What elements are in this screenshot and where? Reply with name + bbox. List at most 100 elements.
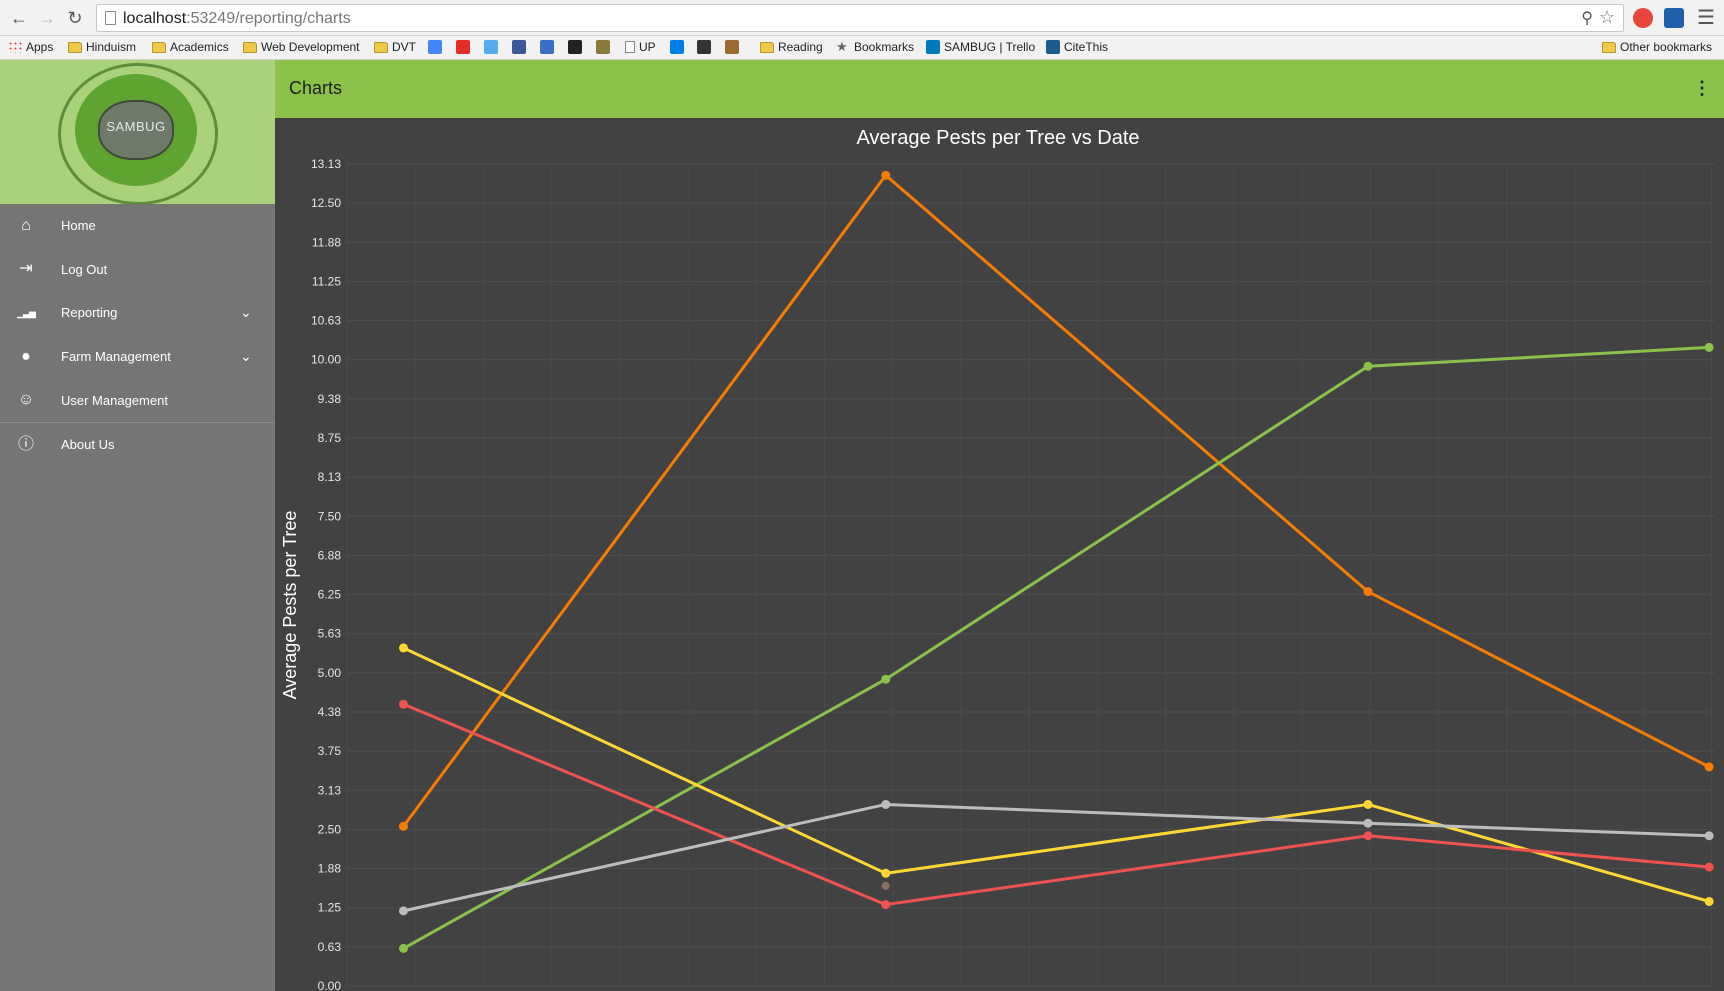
chevron-down-icon[interactable]: ⌄ [240,304,252,321]
sidebar-item-log-out[interactable]: ⇥ Log Out [0,248,275,292]
bookmark-bookmarks[interactable]: ★ Bookmarks [836,40,914,54]
bookmark-dropbox[interactable] [670,40,684,54]
address-bar[interactable]: localhost:53249/reporting/charts ⚲ ☆ [96,4,1624,32]
logo-area: SAMBUG [0,60,275,204]
y-tick-label: 3.13 [318,783,342,797]
sidebar-item-label: Reporting [61,305,118,321]
y-tick-label: 1.88 [318,862,342,876]
youtube-icon [456,40,470,54]
logout-icon: ⇥ [19,260,33,278]
bookmark-label: Web Development [261,40,360,54]
data-point [1704,762,1714,772]
data-point [1704,342,1714,352]
star-icon[interactable]: ☆ [1599,7,1615,28]
sidebar-item-label: User Management [61,392,168,408]
adblock-extension-icon[interactable] [1633,8,1653,28]
y-tick-label: 2.50 [318,822,342,836]
stack-icon [568,40,582,54]
google-icon [428,40,442,54]
bookmark-academics[interactable]: Academics [152,40,229,54]
bookmark-crest[interactable] [725,40,739,54]
sidebar-item-label: Farm Management [61,349,171,365]
y-tick-label: 0.63 [318,940,342,954]
sidebar: SAMBUG ⌂ Home ⇥ Log Out ▁▃▅ Reporting ⌄ ● Farm M… [0,60,275,991]
star-icon: ★ [836,39,848,54]
bookmark-label: UP [639,40,656,54]
bookmark-web-development[interactable]: Web Development [243,40,360,54]
apps-grid-icon [8,41,22,53]
y-tick-label: 9.38 [318,392,342,406]
bookmark-dvt[interactable]: DVT [374,40,416,54]
y-tick-label: 5.00 [318,666,342,680]
sidebar-item-label: Home [61,218,96,234]
data-point [398,906,408,916]
bookmark-shield[interactable] [596,40,610,54]
sidebar-item-farm-management[interactable]: ● Farm Management ⌄ [0,335,275,379]
folder-icon [152,41,166,53]
crest-icon [725,40,739,54]
data-point [881,799,891,809]
bookmark-facebook[interactable] [512,40,526,54]
bookmark-up[interactable]: UP [625,40,656,54]
bookmark-youtube[interactable] [456,40,470,54]
bookmark-hinduism[interactable]: Hinduism [68,40,136,54]
trello-icon [926,40,940,54]
data-point [881,868,891,878]
logo-text: SAMBUG [106,119,166,134]
bookmark-google[interactable] [428,40,442,54]
folder-icon [374,41,388,53]
y-tick-label: 11.88 [312,235,341,249]
y-tick-label: 5.63 [318,627,342,641]
data-point [881,881,890,890]
sidebar-item-about-us[interactable]: ⓘ About Us [0,423,275,467]
y-tick-label: 1.25 [318,901,342,915]
sidebar-item-label: Log Out [61,261,108,277]
url-text[interactable]: localhost:53249/reporting/charts [123,10,351,28]
data-point [1363,831,1373,841]
forward-arrow-icon[interactable]: → [36,7,58,29]
data-point [398,821,408,831]
bookmark-bus[interactable] [697,40,711,54]
bookmark-twitter[interactable] [484,40,498,54]
y-tick-label: 3.75 [318,744,342,758]
facebook-icon [512,40,526,54]
citethis-icon [1046,40,1060,54]
bookmark-citethis[interactable]: CiteThis [1046,40,1108,54]
data-point [1704,862,1714,872]
bookmark-stack[interactable] [568,40,582,54]
shield-icon [596,40,610,54]
search-icon[interactable]: ⚲ [1581,8,1593,28]
map-pin-icon: ● [21,347,31,365]
sidebar-item-reporting[interactable]: ▁▃▅ Reporting ⌄ [0,291,275,335]
bookmark-apps[interactable]: Apps [8,40,53,54]
bookmark-other-bookmarks[interactable]: Other bookmarks [1602,40,1712,54]
data-point [398,943,408,953]
bookmark-label: Other bookmarks [1620,40,1713,54]
data-point [881,900,891,910]
url-host: localhost [123,10,187,27]
bookmark-reading[interactable]: Reading [760,40,823,54]
bookmark-calendar[interactable] [540,40,554,54]
browser-toolbar: ← → ↻ localhost:53249/reporting/charts ⚲… [0,0,1724,36]
page-icon [105,11,116,25]
analytics-extension-icon[interactable] [1664,8,1684,28]
sidebar-item-user-management[interactable]: ☺ User Management [0,378,275,422]
app: SAMBUG ⌂ Home ⇥ Log Out ▁▃▅ Reporting ⌄ ● Farm M… [0,60,1724,991]
bookmark-sambug-trello[interactable]: SAMBUG | Trello [926,40,1035,54]
y-tick-label: 6.88 [318,548,342,562]
browser-menu-icon[interactable]: ☰ [1697,5,1715,30]
data-point [1363,587,1373,597]
bookmark-label: SAMBUG | Trello [944,40,1036,54]
bookmark-label: DVT [392,40,416,54]
sidebar-item-home[interactable]: ⌂ Home [0,204,275,248]
bookmark-label: Bookmarks [854,40,915,54]
more-vert-icon[interactable]: ⋮ [1693,77,1711,99]
chevron-down-icon[interactable]: ⌄ [240,348,252,365]
bookmark-label: Hinduism [86,40,137,54]
bookmark-label: Academics [170,40,229,54]
y-tick-label: 7.50 [318,509,342,523]
chart-container: Average Pests per Tree vs Date 0.00 0.63 1.… [275,118,1724,991]
sidebar-nav: ⌂ Home ⇥ Log Out ▁▃▅ Reporting ⌄ ● Farm Manageme… [0,204,275,467]
back-arrow-icon[interactable]: ← [8,7,30,29]
reload-icon[interactable]: ↻ [64,7,86,29]
